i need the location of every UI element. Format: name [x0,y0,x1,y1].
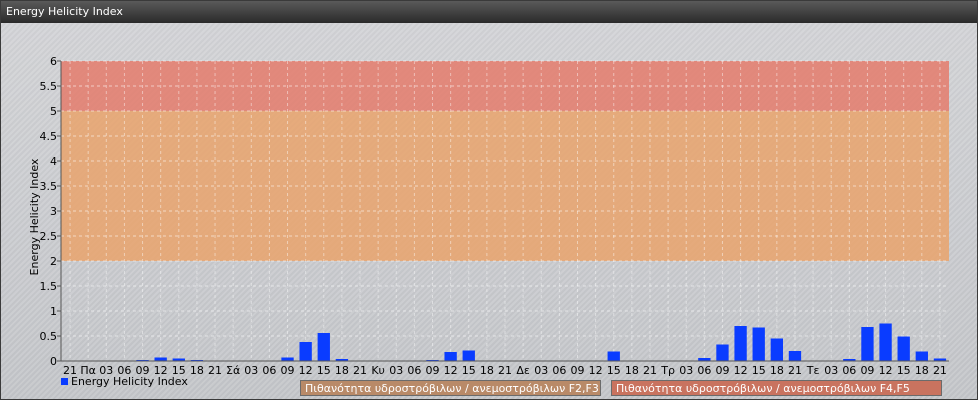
y-tick-label: 2.5 [40,230,58,243]
x-tick-label: 21 [643,364,657,377]
x-tick-label: 15 [317,364,331,377]
data-bar [607,351,620,361]
x-tick-label: 12 [444,364,458,377]
data-bar [897,336,910,361]
x-tick-label: 18 [190,364,204,377]
y-tick-label: 0 [50,355,57,368]
data-bar [281,357,294,361]
x-tick-label: Κυ [371,364,385,377]
x-tick-label: 21 [498,364,512,377]
x-tick-label: 09 [570,364,584,377]
x-tick-label: 03 [679,364,693,377]
x-tick-label: 06 [262,364,276,377]
x-tick-label: 03 [534,364,548,377]
data-bar [444,352,457,361]
band-legend-f4f5[interactable]: Πιθανότητα υδροστρόβιλων / ανεμοστρόβιλω… [611,380,942,396]
x-tick-label: Δε [516,364,530,377]
x-tick-label: 18 [770,364,784,377]
x-tick-label: 21 [353,364,367,377]
x-tick-label: 21 [208,364,222,377]
band-legend-f2f3[interactable]: Πιθανότητα υδροστρόβιλων / ανεμοστρόβιλω… [300,380,601,396]
y-tick-label: 5.5 [40,80,58,93]
data-bar [861,327,874,361]
x-tick-label: 12 [589,364,603,377]
x-tick-label: 15 [897,364,911,377]
series-legend[interactable]: Energy Helicity Index [61,375,188,388]
y-tick-label: 0.5 [40,330,58,343]
x-tick-label: 18 [915,364,929,377]
data-bar [154,357,167,361]
x-tick-label: 03 [389,364,403,377]
data-bar [770,338,783,361]
x-tick-label: 09 [281,364,295,377]
x-tick-label: 06 [697,364,711,377]
y-tick-label: 1 [50,305,57,318]
data-bar [299,342,312,361]
x-tick-label: 18 [625,364,639,377]
x-tick-label: 12 [299,364,313,377]
data-bar [716,344,729,361]
x-tick-label: 15 [607,364,621,377]
x-tick-label: 09 [860,364,874,377]
data-bar [752,327,765,361]
chart-svg: 00.511.522.533.544.555.5621 Πα 03 06 09 12 15 1… [28,55,949,377]
x-tick-label: 15 [752,364,766,377]
x-tick-label: 09 [426,364,440,377]
y-tick-label: 4.5 [40,130,58,143]
x-tick-label: 12 [879,364,893,377]
y-tick-label: 5 [50,105,57,118]
y-tick-label: 3.5 [40,180,58,193]
data-bar [788,351,802,361]
x-tick-label: 06 [842,364,856,377]
x-tick-label: 21 [933,364,947,377]
y-tick-label: 3 [50,205,57,218]
y-tick-label: 2 [50,255,57,268]
x-tick-label: 09 [715,364,729,377]
data-bar [879,323,892,361]
x-tick-label: 15 [462,364,476,377]
x-tick-label: Τρ [660,364,675,377]
x-tick-label: 18 [480,364,494,377]
series-legend-label: Energy Helicity Index [71,375,188,388]
x-tick-label: 06 [552,364,566,377]
y-tick-label: 1.5 [40,280,58,293]
data-bar [462,350,475,361]
x-tick-label: 21 [788,364,802,377]
x-tick-label: Τε [806,364,820,377]
x-tick-label: 03 [244,364,258,377]
data-bar [317,333,330,361]
x-tick-label: 06 [407,364,421,377]
data-bar [734,326,747,361]
x-tick-label: 12 [734,364,748,377]
y-axis-label: Energy Helicity Index [28,158,41,275]
y-tick-label: 6 [50,55,57,68]
series-legend-swatch [61,378,68,385]
x-tick-label: 18 [335,364,349,377]
x-tick-label: 03 [824,364,838,377]
chart-window: Energy Helicity Index 0 0.5 1 1.5 2 2.5 3 3.5 4 4… [0,0,978,400]
x-tick-label: Σά [226,364,240,377]
data-bar [915,351,928,361]
y-tick-label: 4 [50,155,57,168]
